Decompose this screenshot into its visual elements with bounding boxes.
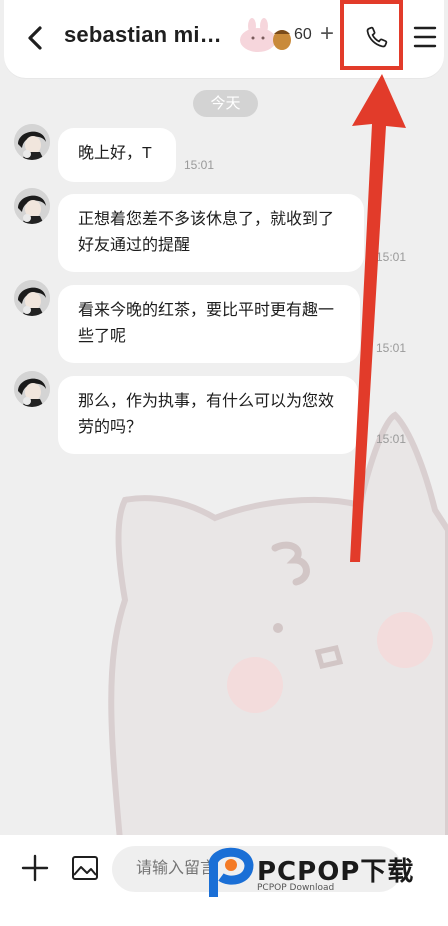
call-button-highlight xyxy=(340,0,403,70)
back-arrow-icon[interactable] xyxy=(18,20,54,56)
cat-background-illustration xyxy=(108,411,448,840)
avatar-image xyxy=(14,124,50,160)
site-watermark: PCPOP下载 PCPOP Download xyxy=(203,843,433,899)
message-text: 那么，作为执事，有什么可以为您效劳的吗？ xyxy=(78,393,335,436)
contact-name[interactable]: sebastian mi… xyxy=(64,22,222,48)
avatar[interactable] xyxy=(14,280,50,316)
image-icon[interactable] xyxy=(70,853,100,883)
message-time: 15:01 xyxy=(184,158,215,172)
plus-icon[interactable] xyxy=(20,853,50,883)
chat-screen: sebastian mi… 60 + 今天 晚上好，T 15:01 正想着您差不… xyxy=(0,0,448,926)
message-bubble[interactable]: 正想着您差不多该休息了，就收到了好友通过的提醒 xyxy=(58,194,364,272)
date-separator: 今天 xyxy=(193,90,258,117)
add-coin-button[interactable]: + xyxy=(320,20,334,48)
avatar[interactable] xyxy=(14,124,50,160)
message-bubble[interactable]: 晚上好，T xyxy=(58,128,176,182)
message-text: 看来今晚的红茶，要比平时更有趣一些了呢 xyxy=(78,302,335,345)
message-time: 15:01 xyxy=(376,341,407,355)
avatar-image xyxy=(14,371,50,407)
message-time: 15:01 xyxy=(376,250,407,264)
avatar-image xyxy=(14,188,50,224)
watermark-sub: PCPOP Download xyxy=(257,883,335,893)
avatar-image xyxy=(14,280,50,316)
coin-count: 60 xyxy=(294,26,312,43)
coin-balance[interactable]: 60 + xyxy=(238,16,346,56)
message-bubble[interactable]: 那么，作为执事，有什么可以为您效劳的吗？ xyxy=(58,376,358,454)
avatar[interactable] xyxy=(14,188,50,224)
message-text: 正想着您差不多该休息了，就收到了好友通过的提醒 xyxy=(78,211,335,254)
message-text: 晚上好，T xyxy=(78,145,152,162)
bunny-sticker-icon xyxy=(240,18,291,52)
message-bubble[interactable]: 看来今晚的红茶，要比平时更有趣一些了呢 xyxy=(58,285,360,363)
menu-icon[interactable] xyxy=(412,22,438,52)
pcpop-logo-icon xyxy=(208,847,254,897)
avatar[interactable] xyxy=(14,371,50,407)
message-time: 15:01 xyxy=(376,432,407,446)
